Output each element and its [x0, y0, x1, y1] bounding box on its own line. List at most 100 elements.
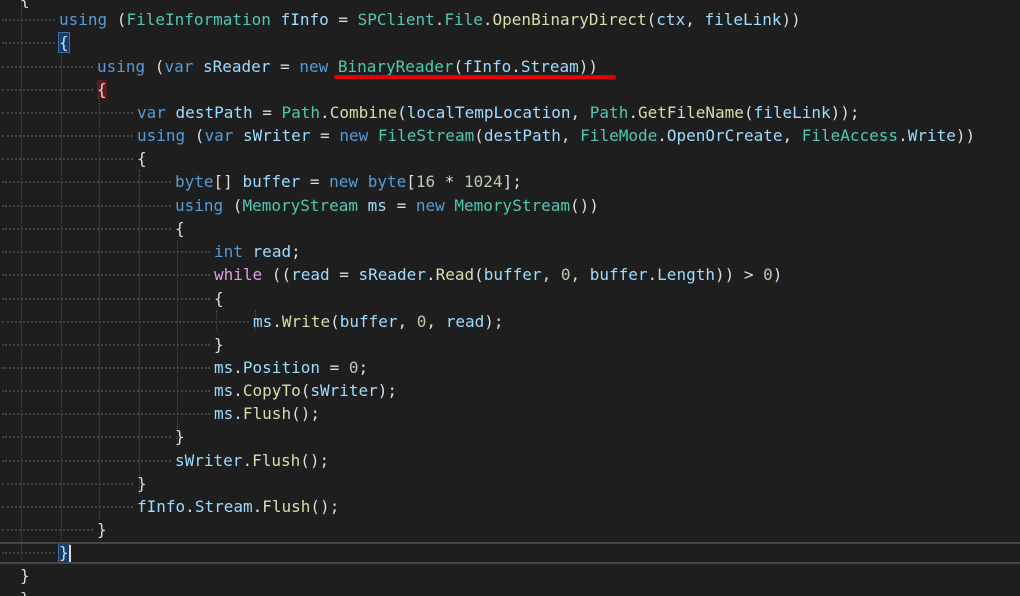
code-token: fInfo [137, 497, 186, 516]
code-line[interactable]: } [214, 333, 224, 356]
code-token: byte [175, 172, 214, 191]
code-line[interactable]: } [20, 564, 30, 587]
code-token: . [242, 451, 253, 470]
code-token: ms [367, 196, 387, 215]
code-editor[interactable]: {using (FileInformation fInfo = SPClient… [0, 0, 1020, 596]
code-line[interactable]: var destPath = Path.Combine(localTempLoc… [137, 101, 860, 124]
code-line[interactable]: using (MemoryStream ms = new MemoryStrea… [175, 194, 599, 217]
code-line[interactable]: ms.Position = 0; [214, 356, 368, 379]
code-line[interactable]: while ((read = sReader.Read(buffer, 0, b… [214, 263, 782, 286]
code-line[interactable]: { [97, 78, 107, 101]
code-token: MemoryStream [454, 196, 570, 215]
code-line[interactable]: { [137, 147, 147, 170]
whitespace-marker [2, 344, 210, 347]
code-line[interactable]: fInfo.Stream.Flush(); [137, 495, 339, 518]
code-token: FileStream [377, 126, 475, 145]
code-line[interactable]: using (FileInformation fInfo = SPClient.… [59, 8, 801, 31]
code-token: SPClient [357, 10, 435, 29]
whitespace-marker [2, 274, 210, 277]
whitespace-marker [2, 390, 210, 393]
code-token: byte [367, 172, 407, 191]
code-line[interactable]: } [20, 587, 30, 596]
code-token: , [397, 312, 417, 331]
code-token: ms [253, 312, 273, 331]
code-token: Path [281, 103, 321, 122]
code-token: GetFileName [637, 103, 744, 122]
code-token: FileAccess [801, 126, 899, 145]
code-token: sReader [202, 57, 271, 76]
code-line[interactable]: { [20, 0, 30, 11]
code-token: , [685, 10, 705, 29]
code-token: CopyTo [242, 381, 301, 400]
code-token: ( [743, 103, 754, 122]
code-token: FileInformation [126, 10, 271, 29]
code-token: = [319, 358, 349, 377]
code-token: . [434, 10, 445, 29]
code-token: buffer [483, 265, 542, 284]
code-token: new [299, 57, 329, 76]
code-token: . [272, 312, 282, 331]
code-line[interactable]: { [214, 287, 224, 310]
code-token: , [570, 265, 590, 284]
code-token: Write [281, 312, 331, 331]
code-token: } [20, 566, 30, 585]
code-token: MemoryStream [242, 196, 359, 215]
code-token: = [310, 126, 340, 145]
whitespace-marker [2, 367, 210, 370]
current-line-highlight [0, 542, 1020, 564]
code-token: . [425, 265, 436, 284]
code-token: var [204, 126, 234, 145]
code-line[interactable]: ms.CopyTo(sWriter); [214, 379, 397, 402]
code-line[interactable]: ms.Flush(); [214, 402, 320, 425]
code-token: FileMode [580, 126, 658, 145]
code-token: . [320, 103, 330, 122]
code-token: fInfo [463, 57, 512, 76]
code-token: destPath [483, 126, 561, 145]
code-token: fileLink [753, 103, 831, 122]
code-token: destPath [175, 103, 253, 122]
code-token: (); [300, 451, 330, 470]
code-token: . [657, 126, 667, 145]
code-token: 16 [415, 172, 436, 191]
code-line[interactable]: { [175, 217, 185, 240]
code-token: Flush [252, 451, 301, 470]
code-token: ()) [569, 196, 599, 215]
code-token: = [386, 196, 416, 215]
code-line[interactable]: using (var sWriter = new FileStream(dest… [137, 124, 975, 147]
code-token: new [339, 126, 369, 145]
code-line[interactable]: byte[] buffer = new byte[16 * 1024]; [175, 170, 522, 193]
whitespace-marker [2, 135, 133, 138]
code-token: } [97, 520, 107, 539]
code-token: (( [262, 265, 292, 284]
code-token: )); [830, 103, 860, 122]
code-token: } [214, 335, 224, 354]
code-line[interactable]: ms.Write(buffer, 0, read); [253, 310, 503, 333]
code-token: . [511, 57, 521, 76]
code-line[interactable]: sWriter.Flush(); [175, 449, 329, 472]
whitespace-marker [2, 460, 171, 463]
code-token: using [59, 10, 108, 29]
code-token: Combine [329, 103, 398, 122]
code-token: Length [657, 265, 715, 284]
code-line[interactable]: int read; [214, 240, 301, 263]
code-token: ); [377, 381, 398, 400]
code-token: Write [907, 126, 956, 145]
code-token: ( [474, 265, 484, 284]
whitespace-marker [2, 112, 133, 115]
code-line[interactable]: } [175, 425, 185, 448]
code-line[interactable]: } [137, 472, 147, 495]
code-token: localTempLocation [406, 103, 571, 122]
code-token: } [137, 474, 147, 493]
code-token: ( [474, 126, 484, 145]
code-token: File [444, 10, 483, 29]
code-token: )) > [714, 265, 764, 284]
code-token: (); [310, 497, 340, 516]
code-line[interactable]: } [97, 518, 107, 541]
code-token: { [58, 32, 70, 53]
code-line[interactable]: { [58, 31, 70, 54]
